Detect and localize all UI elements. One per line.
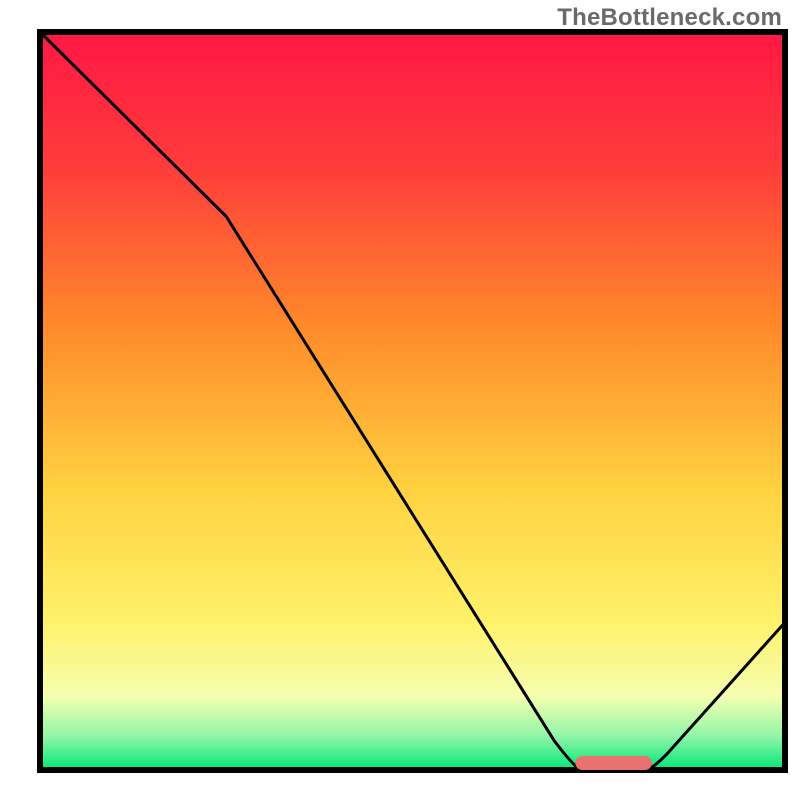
chart-stage: TheBottleneck.com <box>0 0 800 800</box>
watermark-text: TheBottleneck.com <box>557 4 782 32</box>
bottleneck-chart <box>0 0 800 800</box>
